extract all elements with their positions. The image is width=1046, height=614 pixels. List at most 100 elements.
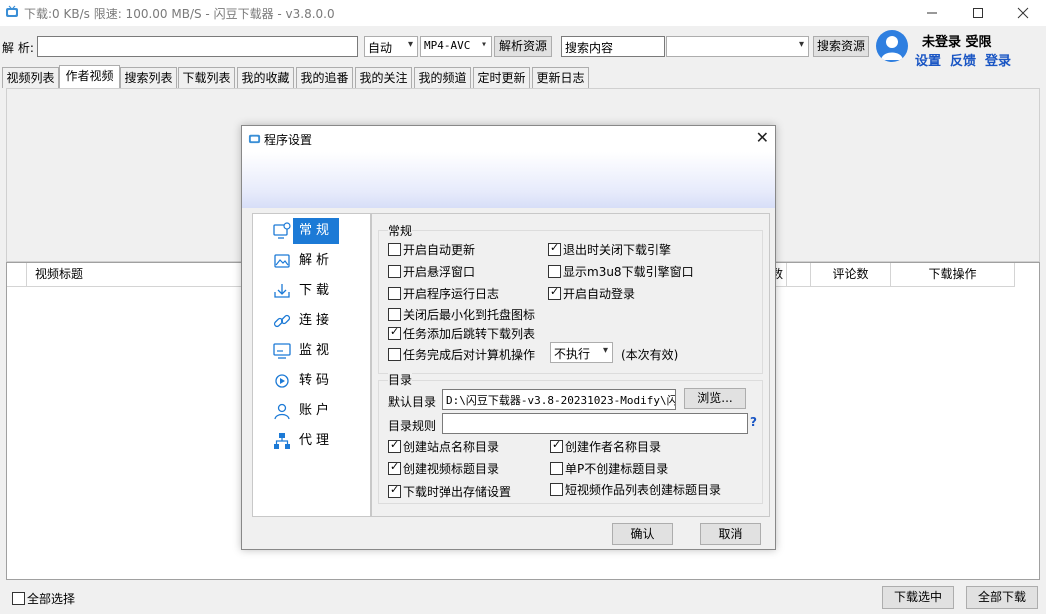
dir-rule-label: 目录规则 bbox=[388, 419, 437, 433]
close-icon[interactable] bbox=[1000, 0, 1046, 26]
option-single-p-no-title-dir[interactable]: 单P不创建标题目录 bbox=[550, 460, 668, 477]
option-after-complete-action[interactable]: 任务完成后对计算机操作 bbox=[388, 346, 535, 363]
option-floating-window[interactable]: 开启悬浮窗口 bbox=[388, 263, 475, 280]
ok-button[interactable]: 确认 bbox=[612, 523, 673, 545]
option-label: 单P不创建标题目录 bbox=[565, 462, 669, 476]
format-select-value: MP4-AVC bbox=[424, 39, 471, 52]
title-bar: 下载:0 KB/s 限速: 100.00 MB/S - 闪豆下载器 - v3.8… bbox=[0, 0, 1046, 26]
nav-item-proxy[interactable]: 代理 bbox=[253, 427, 370, 455]
browse-button[interactable]: 浏览... bbox=[684, 388, 746, 409]
option-label: 创建作者名称目录 bbox=[565, 440, 662, 454]
nav-label: 常规 bbox=[293, 218, 339, 244]
image-icon bbox=[274, 254, 290, 268]
option-label: 开启程序运行日志 bbox=[403, 287, 500, 301]
chevron-down-icon: ▾ bbox=[407, 39, 413, 50]
nav-item-download[interactable]: 下载 bbox=[253, 277, 370, 305]
default-dir-input[interactable]: D:\闪豆下载器-v3.8-20231023-Modify\闪豆 bbox=[442, 389, 676, 410]
tab-author-videos[interactable]: 作者视频 bbox=[59, 65, 120, 88]
parse-button[interactable]: 解析资源 bbox=[494, 36, 552, 57]
option-label: 开启悬浮窗口 bbox=[403, 265, 476, 279]
option-close-engine-on-exit[interactable]: 退出时关闭下载引擎 bbox=[548, 241, 671, 258]
app-icon bbox=[248, 134, 261, 144]
option-minimize-to-tray[interactable]: 关闭后最小化到托盘图标 bbox=[388, 306, 535, 323]
option-show-m3u8-window[interactable]: 显示m3u8下载引擎窗口 bbox=[548, 263, 694, 280]
maximize-icon[interactable] bbox=[955, 0, 1001, 26]
option-label: 任务添加后跳转下载列表 bbox=[403, 327, 536, 341]
option-short-video-title-dir[interactable]: 短视频作品列表创建标题目录 bbox=[550, 481, 721, 498]
chevron-down-icon: ▾ bbox=[480, 39, 487, 50]
option-jump-to-download-list[interactable]: 任务添加后跳转下载列表 bbox=[388, 325, 535, 342]
nav-item-connection[interactable]: 连接 bbox=[253, 307, 370, 335]
nav-item-transcode[interactable]: 转码 bbox=[253, 367, 370, 395]
tab-download-list[interactable]: 下载列表 bbox=[178, 67, 235, 88]
tab-favorites[interactable]: 我的收藏 bbox=[237, 67, 294, 88]
cancel-button[interactable]: 取消 bbox=[700, 523, 761, 545]
option-auto-login[interactable]: 开启自动登录 bbox=[548, 285, 635, 302]
checkbox-icon bbox=[388, 325, 401, 340]
checkbox-icon bbox=[388, 308, 401, 321]
monitor-settings-icon bbox=[273, 222, 291, 239]
after-action-select[interactable]: 不执行 ▾ bbox=[550, 342, 613, 363]
tab-following-series[interactable]: 我的追番 bbox=[296, 67, 353, 88]
option-label: 创建视频标题目录 bbox=[403, 462, 500, 476]
url-input[interactable] bbox=[37, 36, 358, 57]
column-header-comments[interactable]: 评论数 bbox=[811, 263, 891, 287]
default-dir-label: 默认目录 bbox=[388, 395, 437, 409]
transcode-icon bbox=[275, 374, 289, 388]
dir-rule-input[interactable] bbox=[442, 413, 748, 434]
download-selected-button[interactable]: 下载选中 bbox=[882, 586, 954, 609]
mode-select[interactable]: 自动 ▾ bbox=[364, 36, 418, 57]
nav-item-general[interactable]: 常规 bbox=[253, 217, 370, 245]
dialog-title-bar: 程序设置 ✕ bbox=[242, 126, 775, 152]
option-author-dir[interactable]: 创建作者名称目录 bbox=[550, 438, 661, 455]
column-header-count[interactable]: 数 bbox=[771, 263, 811, 287]
nav-item-account[interactable]: 账户 bbox=[253, 397, 370, 425]
nav-label: 转码 bbox=[298, 373, 333, 388]
select-all-checkbox[interactable]: 全部选择 bbox=[12, 590, 75, 607]
checkbox-icon bbox=[550, 483, 563, 496]
search-input[interactable]: 搜索内容 bbox=[561, 36, 665, 57]
dialog-title: 程序设置 bbox=[264, 133, 313, 147]
checkbox-icon bbox=[548, 285, 561, 300]
parse-label: 解 析: bbox=[2, 41, 34, 55]
login-status: 未登录 受限 bbox=[922, 35, 992, 50]
avatar-icon[interactable] bbox=[876, 30, 908, 62]
general-group-title: 常规 bbox=[388, 222, 413, 239]
format-select[interactable]: MP4-AVC ▾ bbox=[420, 36, 492, 57]
nav-item-parse[interactable]: 解析 bbox=[253, 247, 370, 275]
nav-label: 代理 bbox=[298, 433, 333, 448]
after-action-note: (本次有效) bbox=[621, 348, 679, 362]
screen-icon bbox=[273, 343, 291, 359]
search-site-select[interactable]: ▾ bbox=[666, 36, 809, 57]
minimize-icon[interactable] bbox=[909, 0, 955, 26]
tab-channels[interactable]: 我的频道 bbox=[414, 67, 471, 88]
option-label: 开启自动登录 bbox=[563, 287, 636, 301]
option-site-dir[interactable]: 创建站点名称目录 bbox=[388, 438, 499, 455]
column-header-download-action[interactable]: 下载操作 bbox=[891, 263, 1015, 287]
user-icon bbox=[274, 403, 290, 420]
nav-item-monitor[interactable]: 监视 bbox=[253, 337, 370, 365]
checkbox-icon bbox=[550, 462, 563, 475]
link-icon bbox=[273, 314, 291, 328]
option-auto-update[interactable]: 开启自动更新 bbox=[388, 241, 475, 258]
tab-changelog[interactable]: 更新日志 bbox=[532, 67, 589, 88]
window-title: 下载:0 KB/s 限速: 100.00 MB/S - 闪豆下载器 - v3.8… bbox=[24, 7, 335, 21]
option-storage-popup[interactable]: 下载时弹出存储设置 bbox=[388, 483, 511, 500]
download-tray-icon bbox=[274, 284, 290, 298]
after-action-value: 不执行 bbox=[554, 347, 591, 361]
tab-following[interactable]: 我的关注 bbox=[355, 67, 412, 88]
download-all-button[interactable]: 全部下载 bbox=[966, 586, 1038, 609]
settings-dialog: 程序设置 ✕ 常规 解析 下载 连接 监视 转码 账户 代理 常规 开启自动更新… bbox=[241, 125, 776, 550]
tab-search-list[interactable]: 搜索列表 bbox=[120, 67, 177, 88]
dialog-close-icon[interactable]: ✕ bbox=[756, 128, 769, 147]
help-icon[interactable]: ? bbox=[750, 415, 757, 429]
tab-scheduled-update[interactable]: 定时更新 bbox=[473, 67, 530, 88]
search-button[interactable]: 搜索资源 bbox=[813, 36, 869, 57]
mode-select-value: 自动 bbox=[368, 41, 393, 55]
tab-video-list[interactable]: 视频列表 bbox=[2, 67, 59, 88]
option-title-dir[interactable]: 创建视频标题目录 bbox=[388, 460, 499, 477]
checkbox-icon bbox=[388, 243, 401, 256]
checkbox-icon bbox=[388, 265, 401, 278]
nav-label: 监视 bbox=[298, 343, 333, 358]
option-run-log[interactable]: 开启程序运行日志 bbox=[388, 285, 499, 302]
